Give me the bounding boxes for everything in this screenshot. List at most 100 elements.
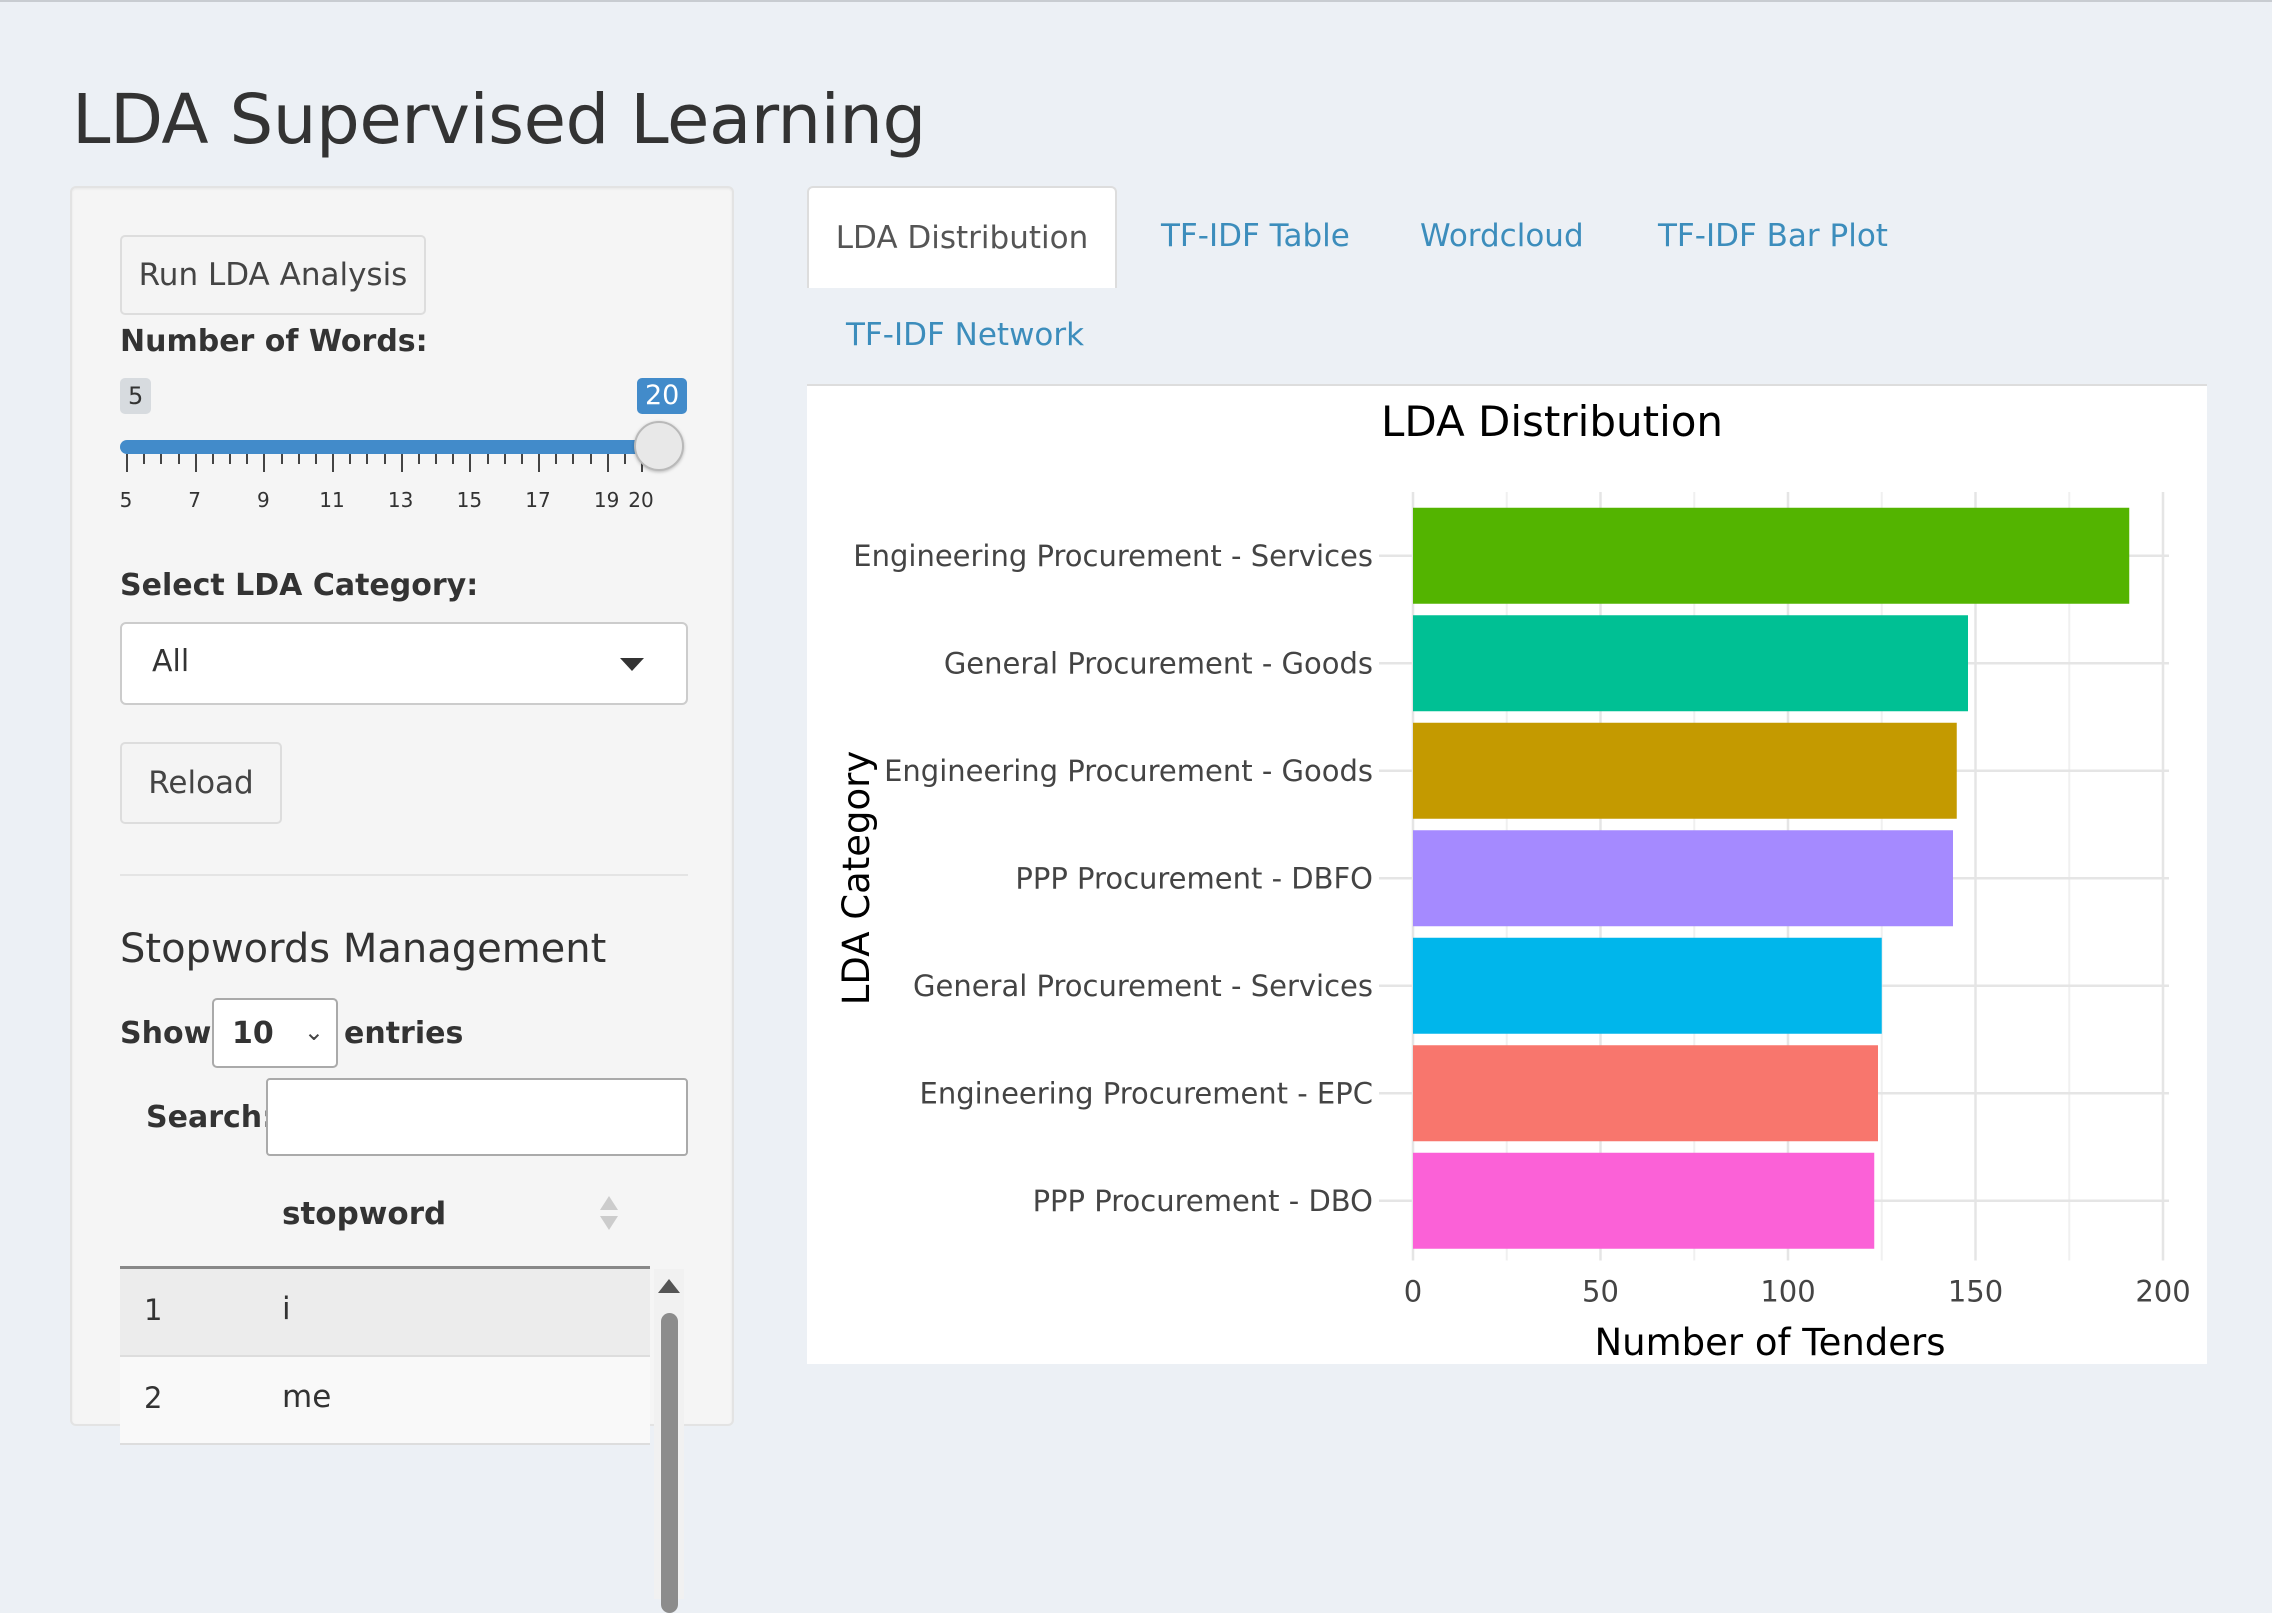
bar — [1413, 830, 1953, 927]
slider-tick — [211, 454, 214, 464]
slider-tick — [520, 454, 523, 464]
chart-title: LDA Distribution — [1381, 397, 1723, 446]
sidebar-panel: Run LDA Analysis Number of Words: 5 20 5… — [70, 186, 734, 1613]
show-label: Show — [120, 1016, 212, 1051]
y-axis-label: LDA Category — [835, 751, 878, 1006]
bar — [1413, 722, 1957, 819]
slider-min-badge: 5 — [120, 378, 152, 414]
select-lda-category-label: Select LDA Category: — [120, 568, 479, 603]
slider-tick — [194, 454, 197, 472]
caret-down-icon — [620, 658, 644, 671]
slider-tick — [589, 454, 592, 464]
slider-tick — [246, 454, 249, 464]
category-tick-label: PPP Procurement - DBO — [1033, 1184, 1373, 1218]
x-tick-label: 0 — [1404, 1275, 1422, 1309]
slider-tick — [297, 454, 300, 464]
slider-tick — [503, 454, 506, 464]
slider-tick — [332, 454, 334, 472]
category-tick-label: Engineering Procurement - Goods — [884, 754, 1373, 788]
slider-value-badge: 20 — [637, 378, 688, 414]
sort-icon[interactable] — [600, 1196, 618, 1230]
reload-button[interactable]: Reload — [120, 742, 282, 824]
slider-tick-label: 5 — [119, 488, 133, 512]
slider-tick-label: 11 — [319, 488, 345, 512]
tab-lda-distribution[interactable]: LDA Distribution — [807, 186, 1117, 288]
slider-tick-label: 17 — [525, 488, 551, 512]
slider-tick — [555, 454, 558, 464]
slider-tick — [383, 454, 386, 464]
stopwords-search-input[interactable] — [266, 1078, 688, 1156]
tab-wordcloud[interactable]: Wordcloud — [1420, 218, 1584, 254]
slider-tick — [229, 454, 231, 464]
slider-tick-label: 9 — [256, 488, 270, 512]
search-label: Search: — [146, 1100, 275, 1135]
row-stopword: i — [282, 1291, 291, 1327]
x-axis-label: Number of Tenders — [1594, 1321, 1945, 1364]
lda-category-selected-value: All — [152, 644, 190, 679]
bar — [1413, 1152, 1875, 1249]
slider-tick — [623, 454, 626, 464]
slider-tick — [486, 454, 489, 464]
tab-tf-idf-bar-plot[interactable]: TF-IDF Bar Plot — [1658, 218, 1888, 254]
table-scrollbar[interactable] — [654, 1269, 684, 1613]
row-index: 2 — [144, 1381, 163, 1415]
number-of-words-slider-track[interactable] — [120, 440, 648, 454]
category-tick-label: PPP Procurement - DBFO — [1015, 861, 1373, 895]
slider-tick — [143, 454, 146, 464]
slider-tick — [606, 454, 609, 472]
slider-tick — [538, 454, 540, 472]
category-tick-label: Engineering Procurement - Services — [853, 539, 1373, 573]
run-lda-analysis-button[interactable]: Run LDA Analysis — [120, 235, 426, 315]
scroll-up-arrow-icon[interactable] — [658, 1279, 680, 1293]
number-of-words-slider-handle[interactable] — [634, 421, 684, 471]
tab-tf-idf-table[interactable]: TF-IDF Table — [1161, 218, 1350, 254]
entries-length-value: 10 — [232, 1016, 274, 1051]
bar — [1413, 1045, 1878, 1142]
slider-tick — [349, 454, 352, 464]
slider-tick — [263, 454, 266, 472]
slider-tick-label: 7 — [188, 488, 202, 512]
column-header-stopword[interactable]: stopword — [282, 1196, 446, 1232]
x-tick-label: 150 — [1948, 1275, 2003, 1309]
number-of-words-label: Number of Words: — [120, 324, 428, 359]
category-tick-label: General Procurement - Goods — [944, 646, 1373, 680]
x-tick-label: 200 — [2135, 1275, 2190, 1309]
lda-distribution-chart: Engineering Procurement - Services Genera… — [807, 386, 2207, 1364]
slider-tick — [366, 454, 369, 464]
entries-length-select[interactable]: 10 ⌄ — [212, 998, 338, 1068]
row-stopword: me — [282, 1379, 332, 1415]
row-index: 1 — [144, 1293, 163, 1327]
section-divider — [120, 874, 688, 876]
category-tick-label: General Procurement - Services — [913, 969, 1373, 1003]
slider-tick-label: 15 — [456, 488, 483, 512]
tab-tf-idf-network[interactable]: TF-IDF Network — [846, 317, 1084, 353]
slider-tick-label: 13 — [387, 488, 414, 512]
page-title: LDA Supervised Learning — [72, 80, 926, 160]
slider-tick-label: 19 — [593, 488, 620, 512]
slider-tick — [452, 454, 455, 464]
table-row[interactable]: 1 i — [120, 1269, 650, 1357]
bar — [1413, 507, 2130, 604]
slider-tick — [280, 454, 283, 464]
slider-tick — [126, 454, 128, 472]
bar — [1413, 937, 1882, 1034]
x-tick-label: 100 — [1760, 1275, 1815, 1309]
stopwords-management-title: Stopwords Management — [120, 926, 607, 972]
category-tick-label: Engineering Procurement - EPC — [920, 1076, 1373, 1110]
lda-category-select[interactable]: All — [120, 622, 688, 705]
slider-tick — [177, 454, 180, 464]
slider-tick — [435, 454, 437, 464]
bar — [1413, 615, 1968, 712]
chart-svg: Engineering Procurement - Services Genera… — [835, 397, 2191, 1364]
x-tick-label: 50 — [1582, 1275, 1619, 1309]
slider-tick-label: 20 — [628, 488, 654, 512]
slider-tick — [400, 454, 403, 472]
chevron-down-icon: ⌄ — [303, 1018, 324, 1046]
entries-label: entries — [344, 1016, 464, 1051]
table-row[interactable]: 2 me — [120, 1357, 650, 1445]
slider-tick — [469, 454, 472, 472]
scrollbar-thumb[interactable] — [661, 1313, 678, 1613]
slider-tick — [572, 454, 575, 464]
slider-tick — [160, 454, 163, 464]
slider-tick — [314, 454, 317, 464]
